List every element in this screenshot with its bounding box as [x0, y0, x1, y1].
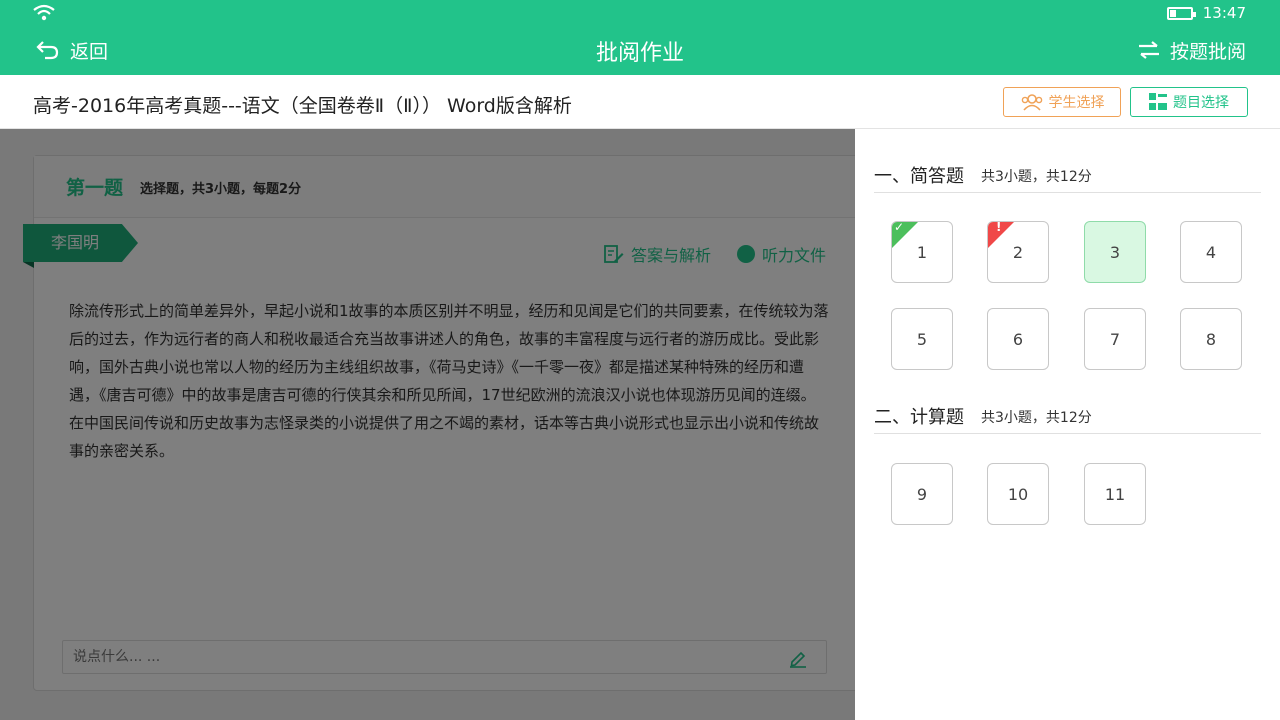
question-number: 11 [1104, 484, 1126, 504]
wifi-icon [33, 4, 55, 21]
question-number: 7 [1109, 329, 1121, 349]
question-number: 4 [1205, 242, 1217, 262]
question-button-4[interactable]: 4 [1180, 221, 1242, 283]
student-select-button[interactable]: 学生选择 [1003, 87, 1121, 117]
question-number: 6 [1012, 329, 1024, 349]
question-number: 8 [1205, 329, 1217, 349]
status-area: 13:47 [1166, 3, 1246, 23]
question-number: 2 [1012, 242, 1024, 262]
grade-by-question-button[interactable]: 按题批阅 [1138, 36, 1246, 64]
correct-badge: ✓ [892, 222, 918, 248]
student-select-label: 学生选择 [1048, 95, 1105, 111]
grid-icon [1149, 93, 1167, 110]
check-icon: ✓ [894, 221, 905, 234]
question-select-panel: 一、简答题 共3小题，共12分 ✓ 1 ! 2 3 4 5 6 7 8 二、计算… [855, 129, 1280, 720]
question-button-10[interactable]: 10 [987, 463, 1049, 525]
page-title: 批阅作业 [595, 41, 684, 66]
question-button-5[interactable]: 5 [891, 308, 953, 370]
question-number: 3 [1109, 242, 1121, 262]
section-header: 二、计算题 共3小题，共12分 [874, 398, 1261, 434]
section-name: 二、计算题 [874, 407, 964, 428]
section-header: 一、简答题 共3小题，共12分 [874, 157, 1261, 193]
grade-by-question-label: 按题批阅 [1169, 40, 1246, 63]
top-bar: 13:47 返回 批阅作业 按题批阅 [0, 0, 1280, 75]
document-title: 高考-2016年高考真题---语文（全国卷卷Ⅱ（Ⅱ）） Word版含解析 [33, 95, 572, 117]
section-name: 一、简答题 [874, 166, 964, 187]
students-icon [1021, 94, 1042, 111]
question-button-7[interactable]: 7 [1084, 308, 1146, 370]
question-select-label: 题目选择 [1173, 95, 1229, 111]
question-button-2[interactable]: ! 2 [987, 221, 1049, 283]
warning-badge: ! [988, 222, 1014, 248]
document-header: 高考-2016年高考真题---语文（全国卷卷Ⅱ（Ⅱ）） Word版含解析 学生选… [0, 75, 1280, 129]
status-time: 13:47 [1202, 4, 1246, 22]
question-button-3[interactable]: 3 [1084, 221, 1146, 283]
section-meta: 共3小题，共12分 [981, 410, 1092, 426]
question-select-button[interactable]: 题目选择 [1130, 87, 1248, 117]
section-meta: 共3小题，共12分 [981, 169, 1092, 185]
question-number: 10 [1007, 484, 1029, 504]
battery-icon [1166, 6, 1196, 20]
question-button-11[interactable]: 11 [1084, 463, 1146, 525]
question-button-9[interactable]: 9 [891, 463, 953, 525]
question-number: 9 [916, 484, 928, 504]
question-button-8[interactable]: 8 [1180, 308, 1242, 370]
exclamation-icon: ! [996, 221, 1002, 234]
question-number: 1 [916, 242, 928, 262]
question-number: 5 [916, 329, 928, 349]
question-button-1[interactable]: ✓ 1 [891, 221, 953, 283]
dim-overlay[interactable] [0, 129, 855, 720]
swap-arrows-icon [1138, 41, 1159, 59]
question-button-6[interactable]: 6 [987, 308, 1049, 370]
